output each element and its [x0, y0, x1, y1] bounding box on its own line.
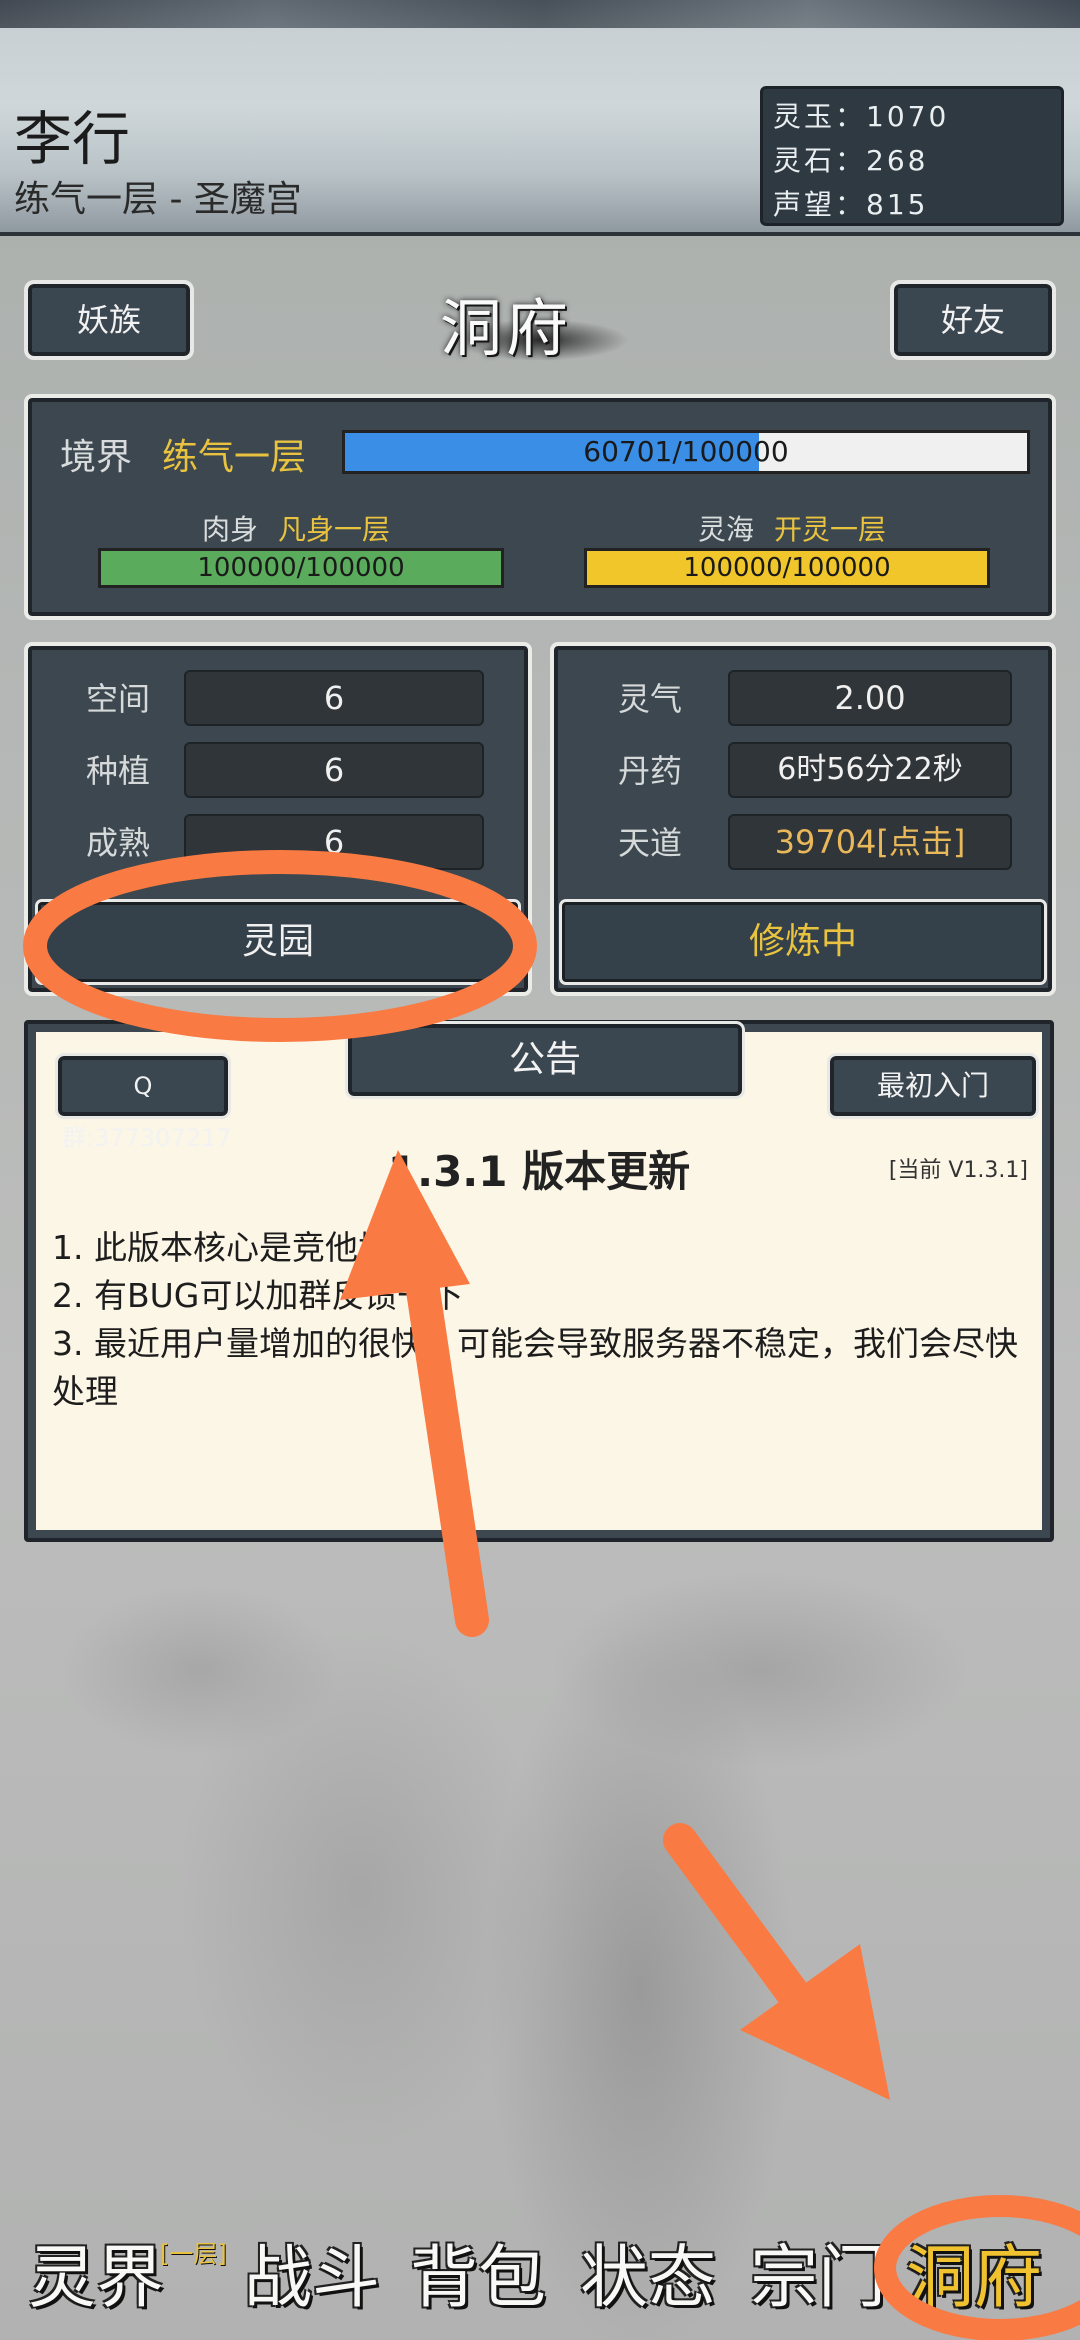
- friends-button[interactable]: 好友: [890, 280, 1056, 360]
- current-version: [当前 V1.3.1]: [888, 1158, 1028, 1183]
- realm-progress-bar: 60701/100000: [342, 430, 1030, 474]
- resource-box: 灵玉：1070 灵石：268 声望：815: [760, 86, 1064, 226]
- nav-battle[interactable]: 战斗: [244, 2222, 380, 2321]
- sea-progress-bar: 100000/100000: [584, 548, 990, 588]
- resource-reputation: 声望：815: [773, 188, 929, 221]
- garden-ripe-label: 成熟: [86, 824, 151, 862]
- realm-progress-text: 60701/100000: [583, 435, 789, 468]
- nav-realm-badge: [一层]: [160, 2240, 227, 2268]
- resource-spirit-jade: 灵玉：1070: [773, 100, 950, 133]
- announcement-line-3: 3. 最近用户量增加的很快，可能会导致服务器不稳定，我们会尽快处理: [52, 1324, 1018, 1411]
- body-value: 凡身一层: [278, 513, 391, 546]
- nav-status[interactable]: 状态: [580, 2222, 716, 2321]
- profile-header: 李行 练气一层 - 圣魔宫 灵玉：1070 灵石：268 声望：815: [0, 0, 1080, 236]
- beginner-guide-button[interactable]: 最初入门: [827, 1053, 1039, 1119]
- announcement-body: Q群:377307217 公告 最初入门 1.3.1 版本更新 [当前 V1.3…: [36, 1021, 1042, 1530]
- nav-sect[interactable]: 宗门: [750, 2222, 886, 2321]
- heavenly-dao-value[interactable]: 39704[点击]: [728, 814, 1012, 870]
- realm-label: 境界: [60, 437, 133, 478]
- elixir-timer: 6时56分22秒: [728, 742, 1012, 798]
- cultivating-button[interactable]: 修炼中: [559, 899, 1047, 985]
- announcement-panel: Q群:377307217 公告 最初入门 1.3.1 版本更新 [当前 V1.3…: [24, 1020, 1054, 1542]
- realm-value: 练气一层: [162, 437, 307, 478]
- arrow-down-right-icon: [663, 1823, 890, 2100]
- cultivation-panel: 灵气 2.00 丹药 6时56分22秒 天道 39704[点击] 修炼中: [550, 642, 1056, 996]
- spirit-garden-button[interactable]: 灵园: [35, 899, 521, 985]
- garden-planted-label: 种植: [86, 752, 151, 790]
- garden-space-value: 6: [184, 670, 484, 726]
- player-name: 李行: [14, 105, 131, 173]
- tab-announcement[interactable]: 公告: [345, 1021, 745, 1099]
- garden-planted-value: 6: [184, 742, 484, 798]
- nav-backpack[interactable]: 背包: [410, 2222, 546, 2321]
- elixir-label: 丹药: [618, 752, 683, 790]
- sea-value: 开灵一层: [774, 513, 887, 546]
- bottom-navigation: 灵界 [一层] 战斗 背包 状态 宗门 洞府: [0, 2200, 1080, 2340]
- sea-progress-text: 100000/100000: [683, 553, 891, 583]
- nav-spirit-realm[interactable]: 灵界: [28, 2222, 164, 2321]
- sea-label: 灵海: [698, 513, 755, 546]
- heavenly-dao-label: 天道: [618, 824, 683, 862]
- player-realm-sect: 练气一层 - 圣魔宫: [14, 179, 302, 220]
- announcement-line-1: 1. 此版本核心是竞他塔: [52, 1228, 391, 1267]
- realm-panel: 境界 练气一层 60701/100000 肉身 凡身一层 100000/1000…: [24, 394, 1056, 620]
- garden-panel: 空间 6 种植 6 成熟 6 灵园: [24, 642, 532, 996]
- page-title: 洞府: [440, 292, 573, 365]
- body-progress-text: 100000/100000: [197, 553, 405, 583]
- body-label: 肉身: [202, 513, 259, 546]
- nav-cave-abode[interactable]: 洞府: [906, 2222, 1042, 2321]
- demon-clan-button[interactable]: 妖族: [24, 280, 194, 360]
- garden-ripe-value: 6: [184, 814, 484, 870]
- resource-spirit-stone: 灵石：268: [773, 144, 929, 177]
- spirit-qi-value: 2.00: [728, 670, 1012, 726]
- garden-space-label: 空间: [86, 680, 151, 718]
- announcement-line-2: 2. 有BUG可以加群反馈一下: [52, 1276, 464, 1315]
- body-progress-bar: 100000/100000: [98, 548, 504, 588]
- spirit-qi-label: 灵气: [618, 680, 683, 718]
- qq-group-button[interactable]: Q群:377307217: [55, 1053, 232, 1152]
